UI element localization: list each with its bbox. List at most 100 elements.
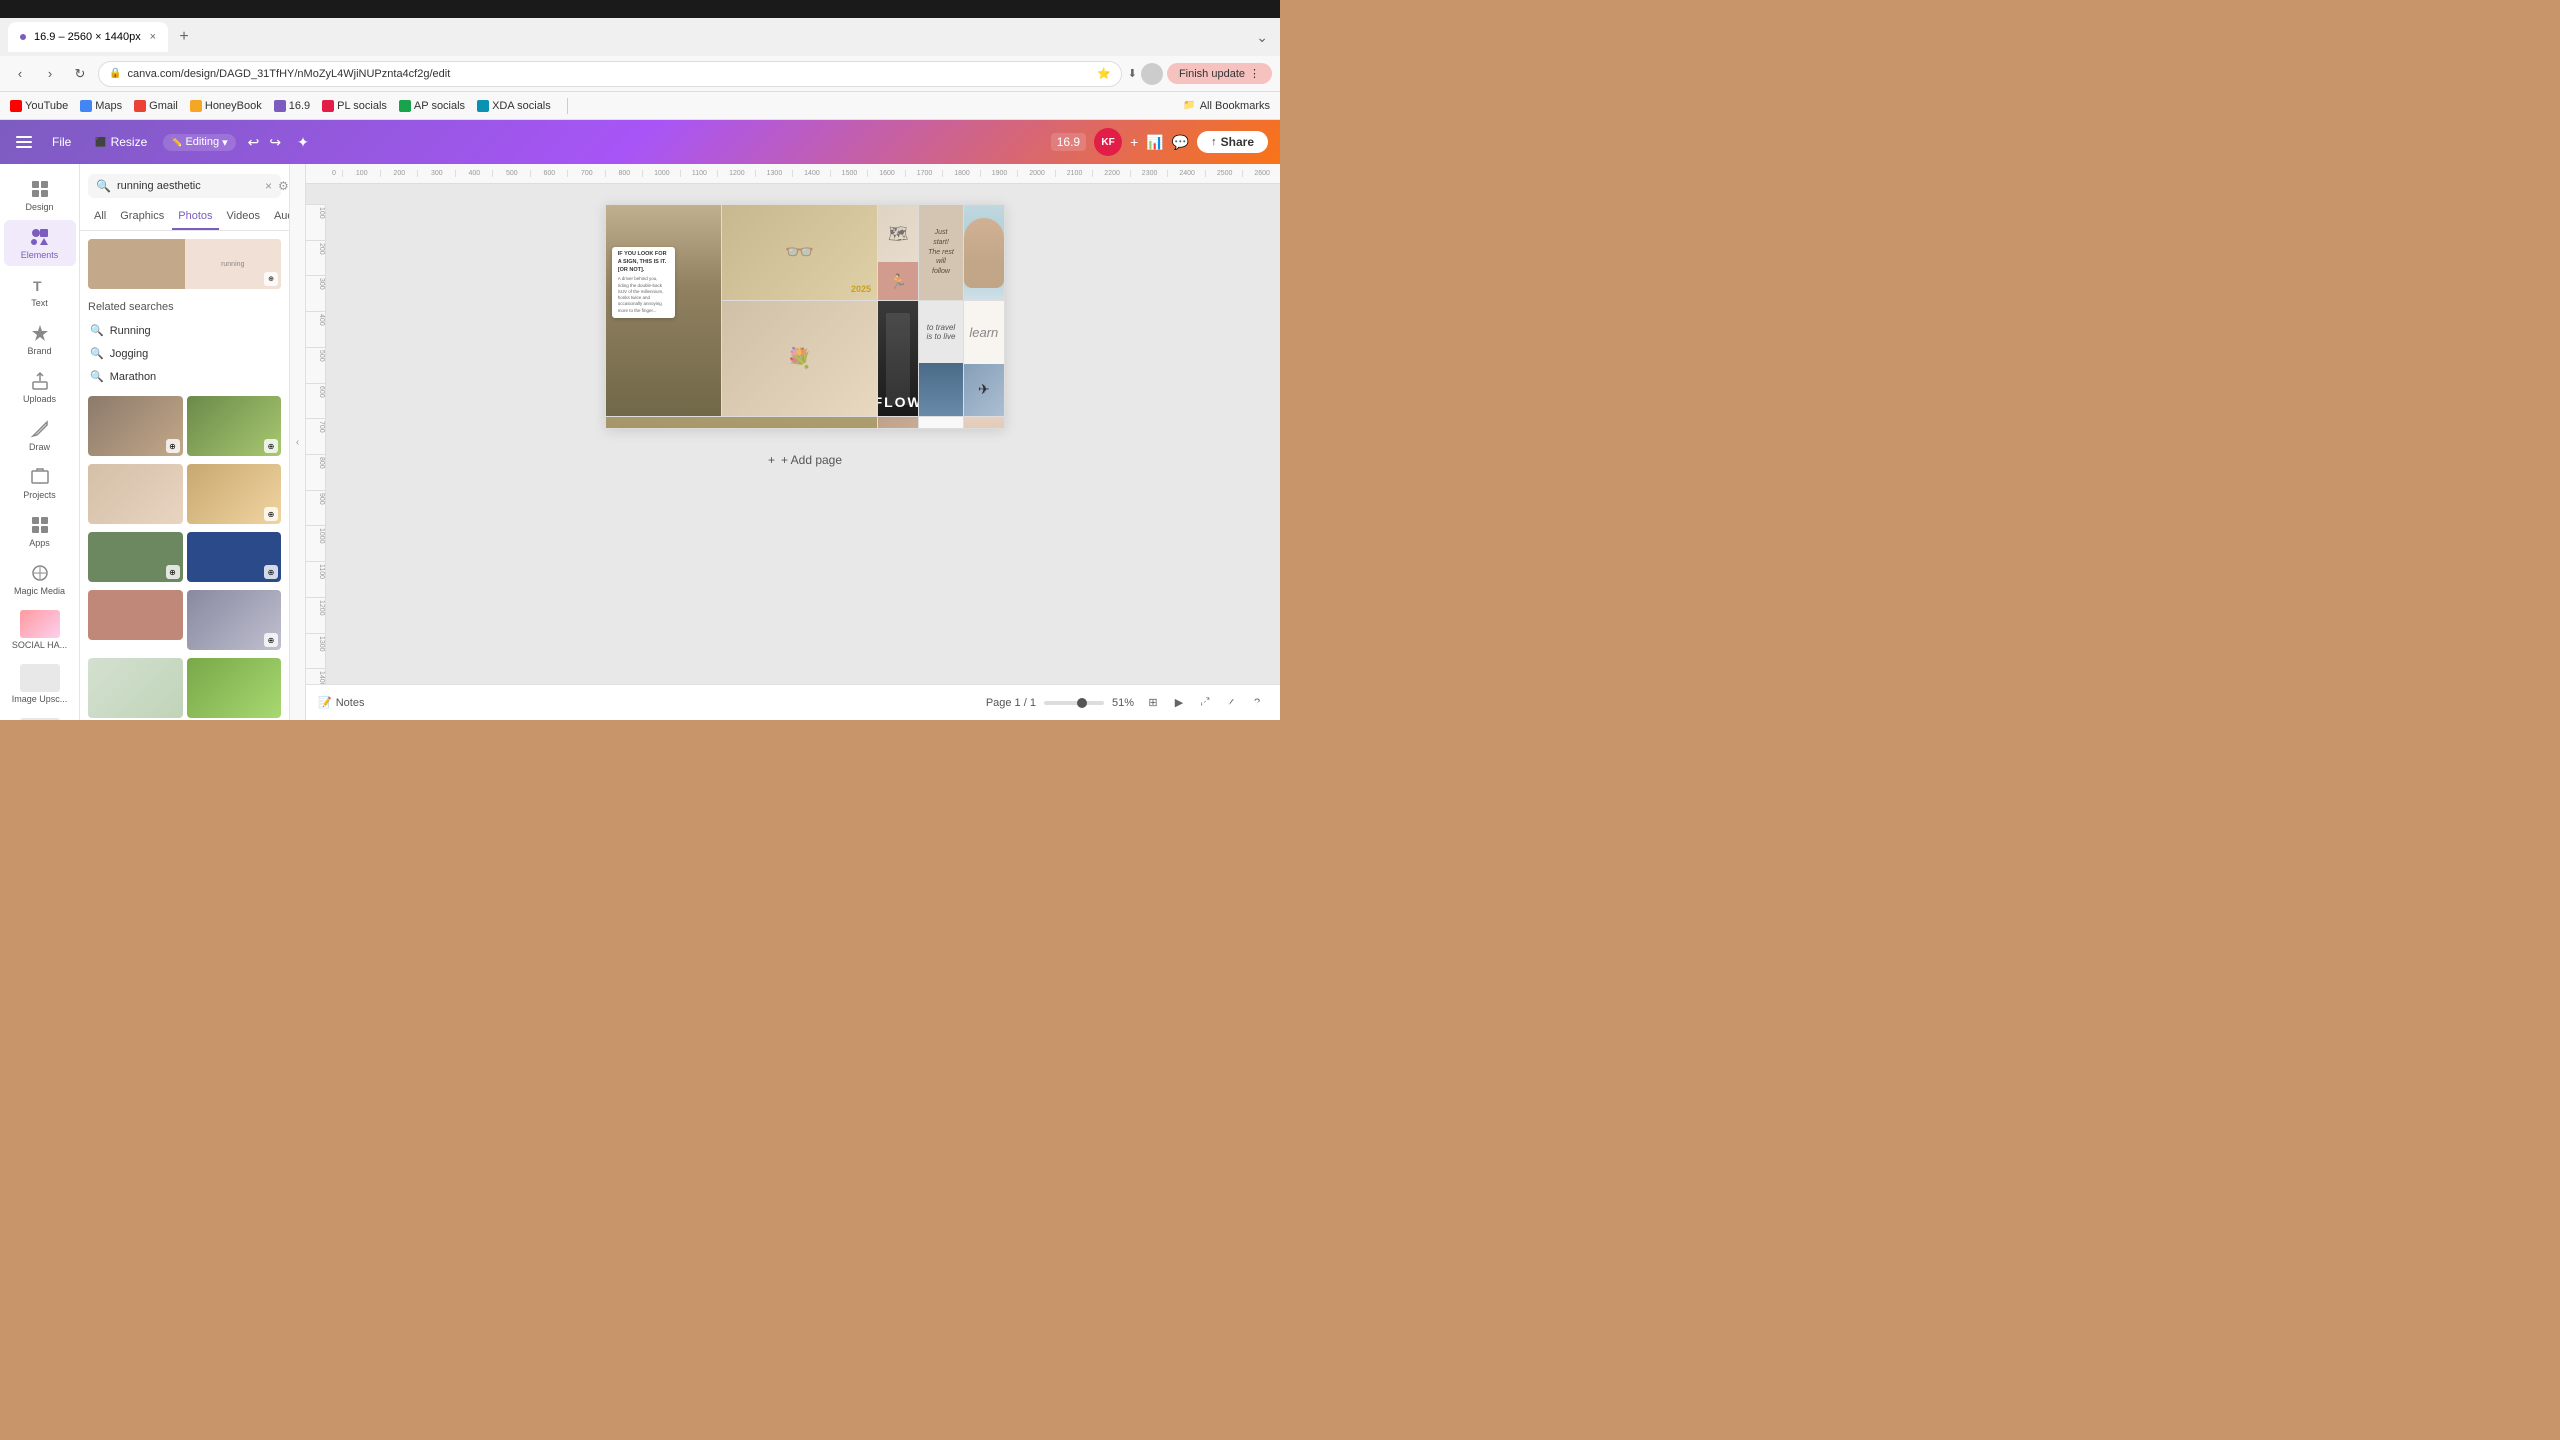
mb-cell-wine: 🍷 xyxy=(878,417,918,429)
hamburger-menu[interactable] xyxy=(12,132,36,152)
sidebar-item-social[interactable]: SOCIAL HA... xyxy=(4,604,76,656)
undo-button[interactable]: ↩ xyxy=(244,132,264,153)
related-searches: Related searches 🔍 Running 🔍 Jogging 🔍 M… xyxy=(88,297,281,396)
photo-badge-6: ⊕ xyxy=(264,565,278,579)
all-bookmarks-button[interactable]: 📁 All Bookmarks xyxy=(1183,100,1270,112)
panel-collapse-button[interactable]: ‹ xyxy=(290,164,306,720)
search-input[interactable] xyxy=(117,180,259,192)
photo-thumb-7[interactable]: ⊕ xyxy=(187,590,282,650)
mb-cell-learn: learn ✈ xyxy=(964,301,1004,416)
resize-label: Resize xyxy=(111,135,148,149)
add-page-icon: + xyxy=(768,453,775,467)
resize-button[interactable]: ⬛ Resize xyxy=(87,131,155,153)
photo-thumb-2[interactable]: ⊕ xyxy=(187,396,282,456)
photo-thumb-4[interactable]: ⊕ xyxy=(187,464,282,524)
back-button[interactable]: ‹ xyxy=(8,62,32,86)
sidebar-item-uploads[interactable]: Uploads xyxy=(4,364,76,410)
sidebar-item-design[interactable]: Design xyxy=(4,172,76,218)
sidebar-item-magic[interactable]: Magic Media xyxy=(4,556,76,602)
comment-button[interactable]: 💬 xyxy=(1172,134,1189,151)
profile-button[interactable] xyxy=(1141,63,1163,85)
new-tab-icon: + xyxy=(179,28,188,46)
grid-view-button[interactable]: ⊞ xyxy=(1142,692,1164,714)
ruler-marks-horizontal: 100 200 300 400 500 600 700 800 1000 110… xyxy=(342,170,1280,177)
photo-badge-5: ⊕ xyxy=(166,565,180,579)
sidebar-item-draw[interactable]: Draw xyxy=(4,412,76,458)
refresh-button[interactable]: ↻ xyxy=(68,62,92,86)
search-tab-videos[interactable]: Videos xyxy=(221,204,266,230)
sidebar-item-dbl[interactable]: dbl used xyxy=(4,712,76,720)
browser-tab[interactable]: 16.9 – 2560 × 1440px × xyxy=(8,22,168,52)
search-tab-graphics[interactable]: Graphics xyxy=(114,204,170,230)
bookmark-gmail[interactable]: Gmail xyxy=(134,100,178,112)
mb-cell-fountain: IF YOU LOOK FOR A SIGN, THIS IS IT. [OR … xyxy=(606,205,721,416)
bookmark-maps[interactable]: Maps xyxy=(80,100,122,112)
new-tab-button[interactable]: + xyxy=(172,25,196,49)
share-button[interactable]: ↑ Share xyxy=(1197,131,1268,153)
bookmark-xda-socials[interactable]: XDA socials xyxy=(477,100,551,112)
bookmark-169[interactable]: 16.9 xyxy=(274,100,310,112)
related-item-running[interactable]: 🔍 Running xyxy=(88,319,281,342)
mb-cell-accessories: 👓 2025 xyxy=(722,205,877,300)
photo-thumb-1[interactable]: ⊕ xyxy=(88,396,183,456)
editing-dropdown[interactable]: ✏️ Editing ▾ xyxy=(163,134,235,151)
add-page-button[interactable]: + + Add page xyxy=(752,445,858,475)
sidebar-item-brand[interactable]: Brand xyxy=(4,316,76,362)
projects-icon xyxy=(29,466,51,488)
search-clear-button[interactable]: × xyxy=(265,179,272,193)
design-canvas[interactable]: 🔒 ⧉ ↑ Just start!The rest willf xyxy=(605,204,1005,429)
bookmark-ap-socials[interactable]: AP socials xyxy=(399,100,465,112)
photo-thumb-5[interactable]: ⊕ xyxy=(88,532,183,582)
finish-update-button[interactable]: Finish update ⋮ xyxy=(1167,63,1272,84)
apps-icon xyxy=(29,514,51,536)
social-thumbnail xyxy=(20,610,60,638)
sidebar-magic-label: Magic Media xyxy=(14,586,65,596)
search-tab-photos[interactable]: Photos xyxy=(172,204,218,230)
bookmark-ap-label: AP socials xyxy=(414,100,465,112)
bookmark-xda-label: XDA socials xyxy=(492,100,551,112)
search-magnify-icon: 🔍 xyxy=(96,179,111,193)
tab-expand-button[interactable]: ⌄ xyxy=(1252,25,1272,50)
photo-thumb-small-1[interactable] xyxy=(88,586,183,650)
mb-cell-flowers: 💐 xyxy=(722,301,877,416)
sidebar-item-text[interactable]: T Text xyxy=(4,268,76,314)
tab-close-button[interactable]: × xyxy=(150,31,156,43)
search-tab-all[interactable]: All xyxy=(88,204,112,230)
forward-button[interactable]: › xyxy=(38,62,62,86)
stats-button[interactable]: 📊 xyxy=(1146,134,1163,151)
bookmark-youtube[interactable]: YouTube xyxy=(10,100,68,112)
related-item-jogging[interactable]: 🔍 Jogging xyxy=(88,342,281,365)
download-button[interactable]: ⬇ xyxy=(1128,67,1137,80)
redo-button[interactable]: ↪ xyxy=(265,132,285,153)
sidebar-item-image-upsc[interactable]: Image Upsc... xyxy=(4,658,76,710)
address-bar[interactable]: 🔒 canva.com/design/DAGD_31TfHY/nMoZyL4Wj… xyxy=(98,61,1122,87)
user-avatar[interactable]: KF xyxy=(1094,128,1122,156)
photo-thumb-9[interactable] xyxy=(187,658,282,718)
sidebar-item-projects[interactable]: Projects xyxy=(4,460,76,506)
photo-thumb-6[interactable]: ⊕ xyxy=(187,532,282,582)
canva-app: File ⬛ Resize ✏️ Editing ▾ ↩ ↪ ✦ 16.9 KF xyxy=(0,120,1280,720)
zoom-slider[interactable] xyxy=(1044,701,1104,705)
notes-button[interactable]: 📝 Notes xyxy=(318,696,364,709)
image-upsc-thumbnail xyxy=(20,664,60,692)
bookmark-honeybook[interactable]: HoneyBook xyxy=(190,100,262,112)
all-bookmarks-label: All Bookmarks xyxy=(1200,100,1270,112)
zoom-control xyxy=(1044,701,1104,705)
related-item-marathon[interactable]: 🔍 Marathon xyxy=(88,365,281,388)
canvas-scroll[interactable]: 100 200 300 400 500 600 700 800 900 1000… xyxy=(306,184,1280,684)
photo-thumb-3[interactable] xyxy=(88,464,183,524)
sidebar-item-apps[interactable]: Apps xyxy=(4,508,76,554)
photo-thumb-8[interactable] xyxy=(88,658,183,718)
add-collaborator-button[interactable]: + xyxy=(1130,134,1138,150)
sidebar-item-elements[interactable]: Elements xyxy=(4,220,76,266)
search-filter-button[interactable]: ⚙ xyxy=(278,179,289,193)
sparkle-button[interactable]: ✦ xyxy=(293,132,313,153)
search-input-wrap: 🔍 × ⚙ xyxy=(88,174,281,198)
present-button[interactable]: ▶ xyxy=(1168,692,1190,714)
tab-favicon xyxy=(20,34,26,40)
browser-top-bar xyxy=(0,0,1280,18)
bookmark-pl-socials[interactable]: PL socials xyxy=(322,100,387,112)
bookmark-gmail-icon xyxy=(134,100,146,112)
search-tab-audio[interactable]: Audio xyxy=(268,204,290,230)
file-menu-button[interactable]: File xyxy=(44,131,79,153)
